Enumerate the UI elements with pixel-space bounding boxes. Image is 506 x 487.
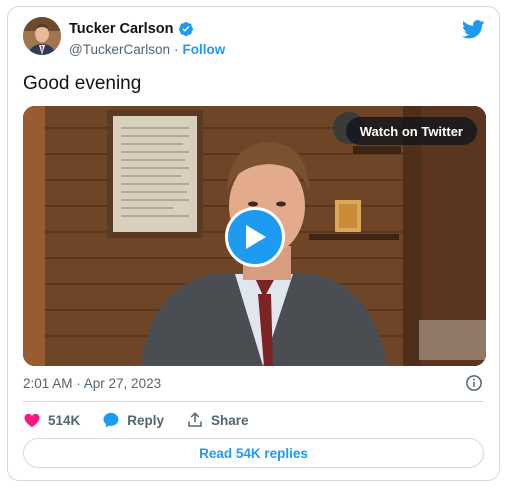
like-count: 514K xyxy=(48,412,81,428)
video-player[interactable]: Watch on Twitter xyxy=(23,106,486,366)
read-replies-button[interactable]: Read 54K replies xyxy=(23,438,484,468)
reply-bubble-icon xyxy=(103,412,119,428)
share-icon xyxy=(188,412,202,427)
tweet-timestamp[interactable]: 2:01 AM · Apr 27, 2023 xyxy=(23,376,161,391)
tweet-actions: 514K Reply Share xyxy=(23,409,271,431)
share-button[interactable]: Share xyxy=(186,411,249,429)
divider xyxy=(23,401,484,402)
play-button[interactable] xyxy=(225,207,285,267)
twitter-bird-icon[interactable] xyxy=(462,20,485,39)
reply-button[interactable]: Reply xyxy=(102,411,164,429)
share-label: Share xyxy=(211,412,249,428)
reply-label: Reply xyxy=(127,412,165,428)
avatar[interactable] xyxy=(23,17,61,55)
separator-dot: · xyxy=(173,42,179,57)
info-icon[interactable] xyxy=(465,374,483,392)
like-button[interactable]: 514K xyxy=(23,411,80,429)
play-icon xyxy=(246,225,266,249)
follow-button[interactable]: Follow xyxy=(182,42,225,57)
author-handle[interactable]: @TuckerCarlson xyxy=(69,42,170,57)
verified-badge-icon xyxy=(178,22,193,37)
tweet-embed-card: Tucker Carlson @TuckerCarlson · Follow G… xyxy=(7,6,500,481)
author-display-name[interactable]: Tucker Carlson xyxy=(69,21,174,37)
heart-icon xyxy=(24,413,40,428)
tweet-text: Good evening xyxy=(23,73,142,94)
watch-on-twitter-button[interactable]: Watch on Twitter xyxy=(345,117,477,145)
